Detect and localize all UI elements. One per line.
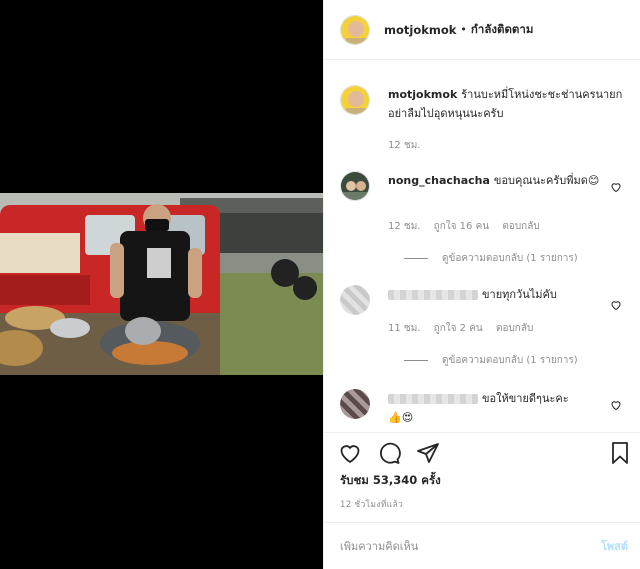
comment-username[interactable]: nong_chachacha: [388, 174, 490, 187]
comment-text: ขอให้ขายดีๆนะคะ: [482, 392, 569, 405]
follow-status-button[interactable]: กำลังติดตาม: [471, 21, 534, 39]
blurred-username[interactable]: [388, 394, 478, 404]
view-count[interactable]: รับชม 53,340 ครั้ง: [340, 472, 441, 490]
comment-likes[interactable]: ถูกใจ 16 คน: [434, 221, 489, 232]
post-video[interactable]: [0, 193, 323, 375]
comment-meta: 12 ชม. ถูกใจ 16 คน ตอบกลับ: [388, 219, 550, 234]
post-panel: motjokmok • กำลังติดตาม motjokmok ร้านบะห…: [323, 0, 640, 569]
view-replies-label: ดูข้อความตอบกลับ (1 รายการ): [442, 355, 578, 366]
bookmark-icon[interactable]: [608, 441, 632, 465]
share-icon[interactable]: [416, 441, 440, 465]
blurred-avatar: [340, 285, 370, 315]
comment-avatar[interactable]: [340, 389, 370, 419]
comment-emoji: 👍😍: [388, 411, 414, 424]
comment-likes[interactable]: ถูกใจ 2 คน: [434, 323, 483, 334]
comment-reply-button[interactable]: ตอบกลับ: [496, 323, 533, 334]
comment-time[interactable]: 11 ชม.: [388, 323, 420, 334]
media-area: [0, 0, 323, 569]
view-replies-button[interactable]: ดูข้อความตอบกลับ (1 รายการ): [404, 353, 578, 368]
comment-body: ขายทุกวันไม่คับ: [388, 285, 604, 304]
comment-body: ขอให้ขายดีๆนะคะ 👍😍: [388, 389, 604, 427]
comments-list: motjokmok ร้านบะหมี่โหน่งชะชะช่านครนายกอย…: [324, 61, 640, 431]
heart-icon[interactable]: [338, 441, 362, 465]
comment-item: ขอให้ขายดีๆนะคะ 👍😍: [340, 389, 630, 431]
caption-meta: 12 ชม.: [388, 138, 430, 153]
replies-divider: [404, 258, 428, 259]
view-replies-button[interactable]: ดูข้อความตอบกลับ (1 รายการ): [404, 251, 578, 266]
comment-like-icon[interactable]: [610, 181, 622, 193]
comment-text: ขอบคุณนะครับพี่มด😊: [493, 174, 600, 187]
caption-username[interactable]: motjokmok: [388, 88, 457, 101]
comment-item: ขายทุกวันไม่คับ 11 ชม. ถูกใจ 2 คน ตอบกลั…: [340, 285, 630, 370]
author-avatar[interactable]: [340, 14, 370, 45]
comment-reply-button[interactable]: ตอบกลับ: [502, 221, 539, 232]
post-time[interactable]: 12 ชั่วโมงที่แล้ว: [340, 497, 403, 511]
comment-body: nong_chachacha ขอบคุณนะครับพี่มด😊: [388, 171, 604, 190]
action-bar: [324, 432, 640, 472]
comment-like-icon[interactable]: [610, 399, 622, 411]
comment-avatar[interactable]: [340, 285, 370, 315]
view-replies-label: ดูข้อความตอบกลับ (1 รายการ): [442, 253, 578, 264]
comment-meta: 11 ชม. ถูกใจ 2 คน ตอบกลับ: [388, 321, 543, 336]
video-frame: [0, 193, 323, 375]
comment-text: ขายทุกวันไม่คับ: [482, 288, 557, 301]
blurred-avatar: [340, 389, 370, 419]
post-header: motjokmok • กำลังติดตาม: [324, 0, 640, 60]
caption-time[interactable]: 12 ชม.: [388, 140, 420, 151]
comment-time[interactable]: 12 ชม.: [388, 221, 420, 232]
comment-like-icon[interactable]: [610, 299, 622, 311]
comment-item: nong_chachacha ขอบคุณนะครับพี่มด😊 12 ชม. …: [340, 171, 630, 271]
replies-divider: [404, 360, 428, 361]
comment-composer: โพสต์: [324, 522, 640, 569]
comment-input[interactable]: [340, 539, 601, 553]
caption-body: motjokmok ร้านบะหมี่โหน่งชะชะช่านครนายกอย…: [388, 85, 630, 123]
comment-avatar[interactable]: [340, 171, 370, 201]
blurred-username[interactable]: [388, 290, 478, 300]
comment-icon[interactable]: [377, 441, 401, 465]
caption-avatar[interactable]: [340, 85, 370, 115]
post-comment-button[interactable]: โพสต์: [601, 537, 628, 555]
caption: motjokmok ร้านบะหมี่โหน่งชะชะช่านครนายกอย…: [340, 85, 630, 155]
author-username[interactable]: motjokmok: [384, 23, 456, 37]
header-separator: •: [460, 23, 467, 36]
